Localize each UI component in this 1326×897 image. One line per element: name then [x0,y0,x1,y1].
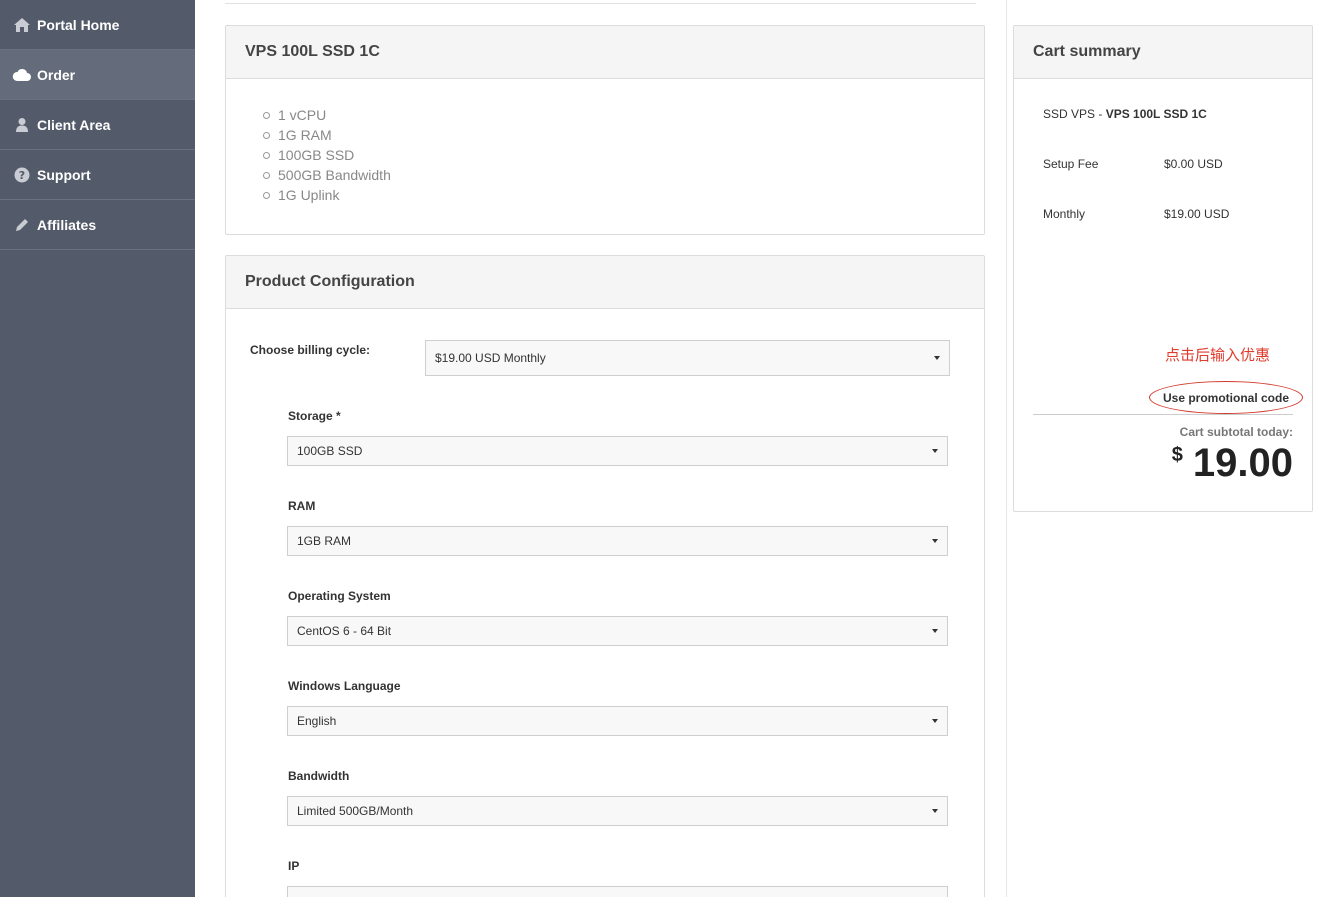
bandwidth-select[interactable]: Limited 500GB/Month [287,796,948,826]
chevron-down-icon [932,539,938,543]
cart-item: SSD VPS - VPS 100L SSD 1C [1043,107,1207,121]
monthly-label: Monthly [1043,207,1086,221]
home-icon [12,15,32,35]
chevron-down-icon [932,629,938,633]
sidebar: Portal Home Order Client Area ? Support … [0,0,195,897]
cart-summary-panel: Cart summary SSD VPS - VPS 100L SSD 1C S… [1013,25,1313,512]
sidebar-item-label: Affiliates [37,216,97,233]
sidebar-item-order[interactable]: Order [0,50,195,100]
cart-summary-title: Cart summary [1033,43,1141,60]
chevron-down-icon [932,809,938,813]
bandwidth-value: Limited 500GB/Month [297,804,414,818]
list-item: 1 vCPU [263,105,984,125]
sidebar-item-label: Order [37,66,76,83]
windows-language-value: English [297,714,337,728]
windows-language-label: Windows Language [288,679,401,693]
cart-item-group: SSD VPS - [1043,107,1106,121]
bandwidth-label: Bandwidth [288,769,350,783]
storage-select[interactable]: 100GB SSD [287,436,948,466]
ip-select[interactable] [287,886,948,897]
list-item: 1G RAM [263,125,984,145]
user-icon [12,115,32,135]
sidebar-item-affiliates[interactable]: Affiliates [0,200,195,250]
sidebar-item-label: Client Area [37,116,111,133]
promo-code-label: Use promotional code [1162,390,1290,405]
config-title: Product Configuration [245,273,415,290]
chevron-down-icon [934,356,940,360]
cloud-icon [12,65,32,85]
cart-item-name: VPS 100L SSD 1C [1105,107,1207,121]
os-select[interactable]: CentOS 6 - 64 Bit [287,616,948,646]
setup-fee-value: $0.00 USD [1164,157,1223,171]
ram-label: RAM [288,499,316,513]
billing-cycle-label: Choose billing cycle: [250,343,371,357]
sidebar-item-portal-home[interactable]: Portal Home [0,0,195,50]
product-panel-header: VPS 100L SSD 1C [226,26,984,79]
config-panel: Product Configuration Choose billing cyc… [225,255,985,897]
os-value: CentOS 6 - 64 Bit [297,624,392,638]
divider [225,3,976,4]
billing-cycle-select[interactable]: $19.00 USD Monthly [425,340,950,376]
billing-cycle-value: $19.00 USD Monthly [435,351,546,365]
subtotal: $ 19.00 [1172,440,1293,486]
config-panel-header: Product Configuration [226,256,984,309]
divider [1033,414,1293,415]
question-icon: ? [12,165,32,185]
ram-select[interactable]: 1GB RAM [287,526,948,556]
storage-label: Storage * [288,409,341,423]
list-item: 1G Uplink [263,185,984,205]
monthly-value: $19.00 USD [1164,207,1230,221]
sidebar-item-label: Portal Home [37,16,120,33]
ram-value: 1GB RAM [297,534,352,548]
pencil-icon [12,215,32,235]
chevron-down-icon [932,719,938,723]
sidebar-item-client-area[interactable]: Client Area [0,100,195,150]
chevron-down-icon [932,449,938,453]
ip-label: IP [288,859,300,873]
subtotal-amount: 19.00 [1192,441,1293,485]
list-item: 500GB Bandwidth [263,165,984,185]
promo-code-link[interactable]: Use promotional code [1149,381,1303,414]
currency-symbol: $ [1171,444,1183,466]
annotation-text: 点击后输入优惠 [1165,346,1271,364]
sidebar-item-support[interactable]: ? Support [0,150,195,200]
product-title: VPS 100L SSD 1C [245,43,380,60]
feature-list: 1 vCPU 1G RAM 100GB SSD 500GB Bandwidth … [226,79,984,205]
sidebar-item-label: Support [37,166,91,183]
svg-text:?: ? [19,169,25,182]
storage-value: 100GB SSD [297,444,363,458]
product-panel: VPS 100L SSD 1C 1 vCPU 1G RAM 100GB SSD … [225,25,985,235]
subtotal-label: Cart subtotal today: [1179,425,1293,439]
setup-fee-label: Setup Fee [1043,157,1099,171]
main-content: VPS 100L SSD 1C 1 vCPU 1G RAM 100GB SSD … [195,0,1007,897]
os-label: Operating System [288,589,391,603]
windows-language-select[interactable]: English [287,706,948,736]
list-item: 100GB SSD [263,145,984,165]
cart-summary-header: Cart summary [1014,26,1312,79]
